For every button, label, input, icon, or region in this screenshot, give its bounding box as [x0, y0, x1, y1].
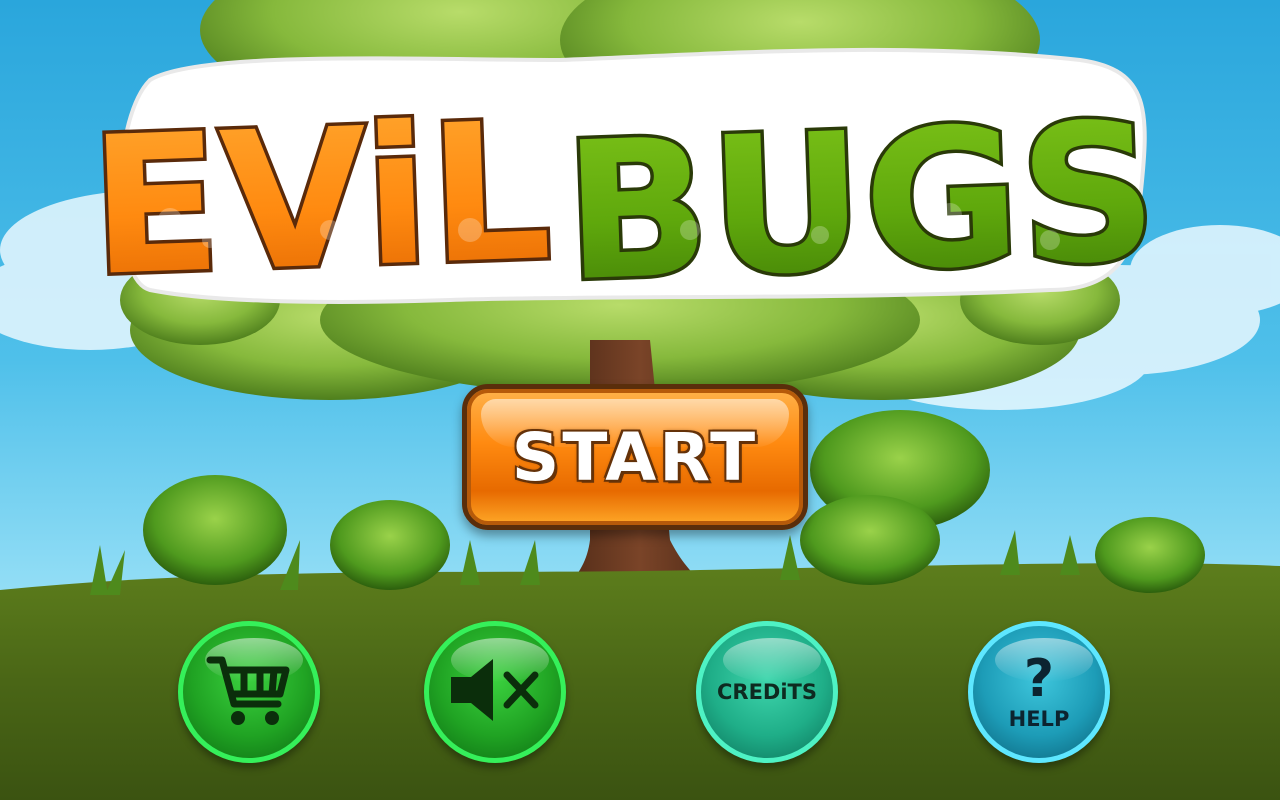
- title-word-bugs: BUGS: [561, 82, 1160, 324]
- game-logo: EViL BUGS: [84, 47, 1164, 327]
- help-button[interactable]: ? HELP: [968, 621, 1110, 763]
- speaker-muted-icon: [447, 655, 543, 729]
- start-button-label: START: [511, 418, 759, 496]
- credits-button[interactable]: CREDiTS: [696, 621, 838, 763]
- shopping-cart-icon: [206, 652, 292, 732]
- game-menu-screen: EViL BUGS START CREDiTS ? HELP: [0, 0, 1280, 800]
- title-word-evil: EViL: [87, 81, 554, 318]
- sound-toggle-button[interactable]: [424, 621, 566, 763]
- credits-label: CREDiTS: [716, 680, 817, 704]
- shop-button[interactable]: [178, 621, 320, 763]
- start-button[interactable]: START: [462, 384, 808, 530]
- question-mark-icon: ?: [1023, 649, 1055, 709]
- help-label: HELP: [1008, 707, 1070, 731]
